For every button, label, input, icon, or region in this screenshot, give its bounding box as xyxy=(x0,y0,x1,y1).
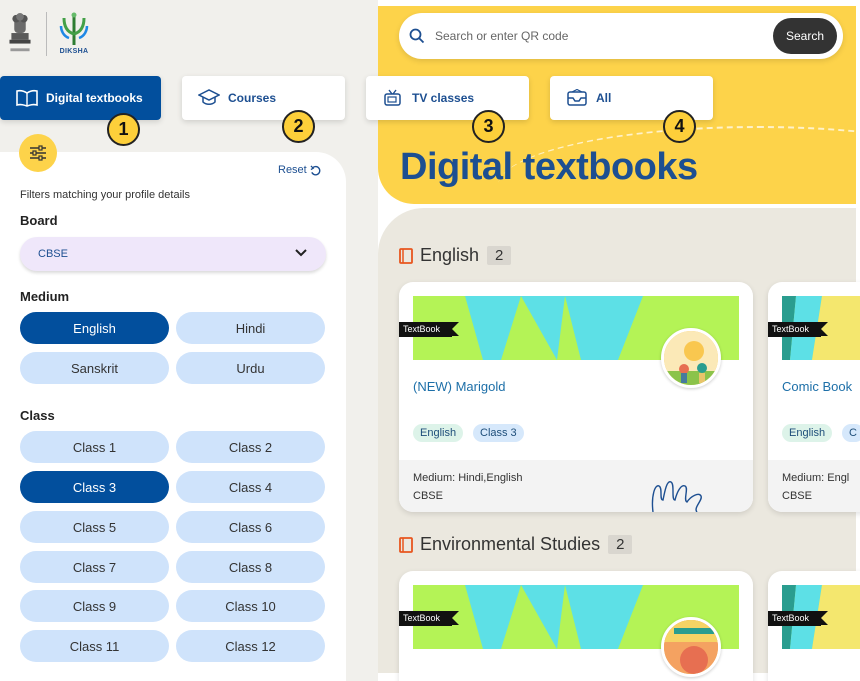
search-button[interactable]: Search xyxy=(773,18,837,54)
class-option-10[interactable]: Class 10 xyxy=(176,590,325,622)
board-value: CBSE xyxy=(38,248,68,260)
diksha-logo: DIKSHA xyxy=(59,12,89,55)
section-header-english: English 2 xyxy=(399,245,512,266)
textbook-tag: TextBook xyxy=(768,611,829,626)
textbook-card[interactable]: TextBook xyxy=(768,571,860,681)
tab-label: Digital textbooks xyxy=(46,91,143,105)
textbook-tag: TextBook xyxy=(768,322,829,337)
card-title[interactable]: (NEW) Marigold xyxy=(413,379,505,394)
class-option-6[interactable]: Class 6 xyxy=(176,511,325,543)
class-option-5[interactable]: Class 5 xyxy=(20,511,169,543)
page-title: Digital textbooks xyxy=(400,146,698,188)
card-board: CBSE xyxy=(782,490,812,502)
tab-label: TV classes xyxy=(412,91,475,105)
tab-label: Courses xyxy=(228,91,277,105)
reset-icon xyxy=(310,164,321,176)
inbox-icon xyxy=(566,88,588,108)
class-option-11[interactable]: Class 11 xyxy=(20,630,169,662)
class-option-12[interactable]: Class 12 xyxy=(176,630,325,662)
reset-filters-button[interactable]: Reset xyxy=(278,164,321,176)
card-footer xyxy=(399,460,753,512)
diksha-icon xyxy=(59,12,89,45)
book-cover-thumbnail xyxy=(661,617,721,677)
class-option-4[interactable]: Class 4 xyxy=(176,471,325,503)
logo[interactable]: DIKSHA xyxy=(6,12,89,60)
callout-number-1: 1 xyxy=(107,113,140,146)
sliders-icon xyxy=(30,145,46,161)
card-board: CBSE xyxy=(413,490,443,502)
medium-option-sanskrit[interactable]: Sanskrit xyxy=(20,352,169,384)
tab-digital-textbooks[interactable]: Digital textbooks xyxy=(0,76,161,120)
search-icon xyxy=(409,28,425,44)
class-option-7[interactable]: Class 7 xyxy=(20,551,169,583)
card-title[interactable]: Comic Book xyxy=(782,379,852,394)
board-select[interactable]: CBSE xyxy=(20,237,326,271)
class-option-3[interactable]: Class 3 xyxy=(20,471,169,503)
graduation-cap-icon xyxy=(198,88,220,108)
medium-option-hindi[interactable]: Hindi xyxy=(176,312,325,344)
tab-tv-classes[interactable]: TV classes xyxy=(366,76,529,120)
open-book-icon xyxy=(16,88,38,108)
medium-option-english[interactable]: English xyxy=(20,312,169,344)
tab-courses[interactable]: Courses xyxy=(182,76,345,120)
section-title: Environmental Studies xyxy=(420,534,601,554)
diksha-page: DIKSHA Search Digital textbooks Courses … xyxy=(0,0,860,681)
class-option-2[interactable]: Class 2 xyxy=(176,431,325,463)
medium-label: Medium xyxy=(20,289,70,304)
class-option-9[interactable]: Class 9 xyxy=(20,590,169,622)
hand-doodle xyxy=(651,481,702,512)
callout-number-4: 4 xyxy=(663,110,696,143)
chevron-down-icon xyxy=(295,249,307,257)
tab-label: All xyxy=(596,91,612,105)
class-option-1[interactable]: Class 1 xyxy=(20,431,169,463)
card-chip-medium: English xyxy=(782,424,833,442)
reset-label: Reset xyxy=(278,164,307,176)
textbook-tag: TextBook xyxy=(399,322,460,337)
logo-divider xyxy=(46,12,47,56)
board-label: Board xyxy=(20,213,58,228)
textbook-card[interactable]: TextBook (NEW) Marigold English Class 3 … xyxy=(399,282,753,512)
card-chip-class: C xyxy=(842,424,860,442)
book-cover-thumbnail xyxy=(661,328,721,388)
textbook-card[interactable]: TextBook Comic Book English C Medium: En… xyxy=(768,282,860,512)
search-bar: Search xyxy=(399,13,843,59)
national-emblem-icon xyxy=(9,12,31,52)
card-medium: Medium: Engl xyxy=(782,472,850,484)
callout-number-2: 2 xyxy=(282,110,315,143)
class-option-8[interactable]: Class 8 xyxy=(176,551,325,583)
filter-caption: Filters matching your profile details xyxy=(20,189,190,201)
class-label: Class xyxy=(20,408,55,423)
book-icon xyxy=(399,247,413,264)
medium-option-urdu[interactable]: Urdu xyxy=(176,352,325,384)
section-count: 2 xyxy=(608,535,633,554)
search-input[interactable] xyxy=(435,29,755,43)
section-title: English xyxy=(420,245,480,265)
section-header-environmental-studies: Environmental Studies 2 xyxy=(399,534,633,555)
textbook-card[interactable]: TextBook xyxy=(399,571,753,681)
card-medium: Medium: Hindi,English xyxy=(413,472,523,484)
card-chip-class: Class 3 xyxy=(473,424,524,442)
diksha-label: DIKSHA xyxy=(59,48,89,55)
book-icon xyxy=(399,536,413,553)
card-chip-medium: English xyxy=(413,424,464,442)
textbook-tag: TextBook xyxy=(399,611,460,626)
section-count: 2 xyxy=(487,246,512,265)
filter-toggle-button[interactable] xyxy=(19,134,57,172)
tv-icon xyxy=(382,88,404,108)
callout-number-3: 3 xyxy=(472,110,505,143)
card-footer xyxy=(768,460,860,512)
